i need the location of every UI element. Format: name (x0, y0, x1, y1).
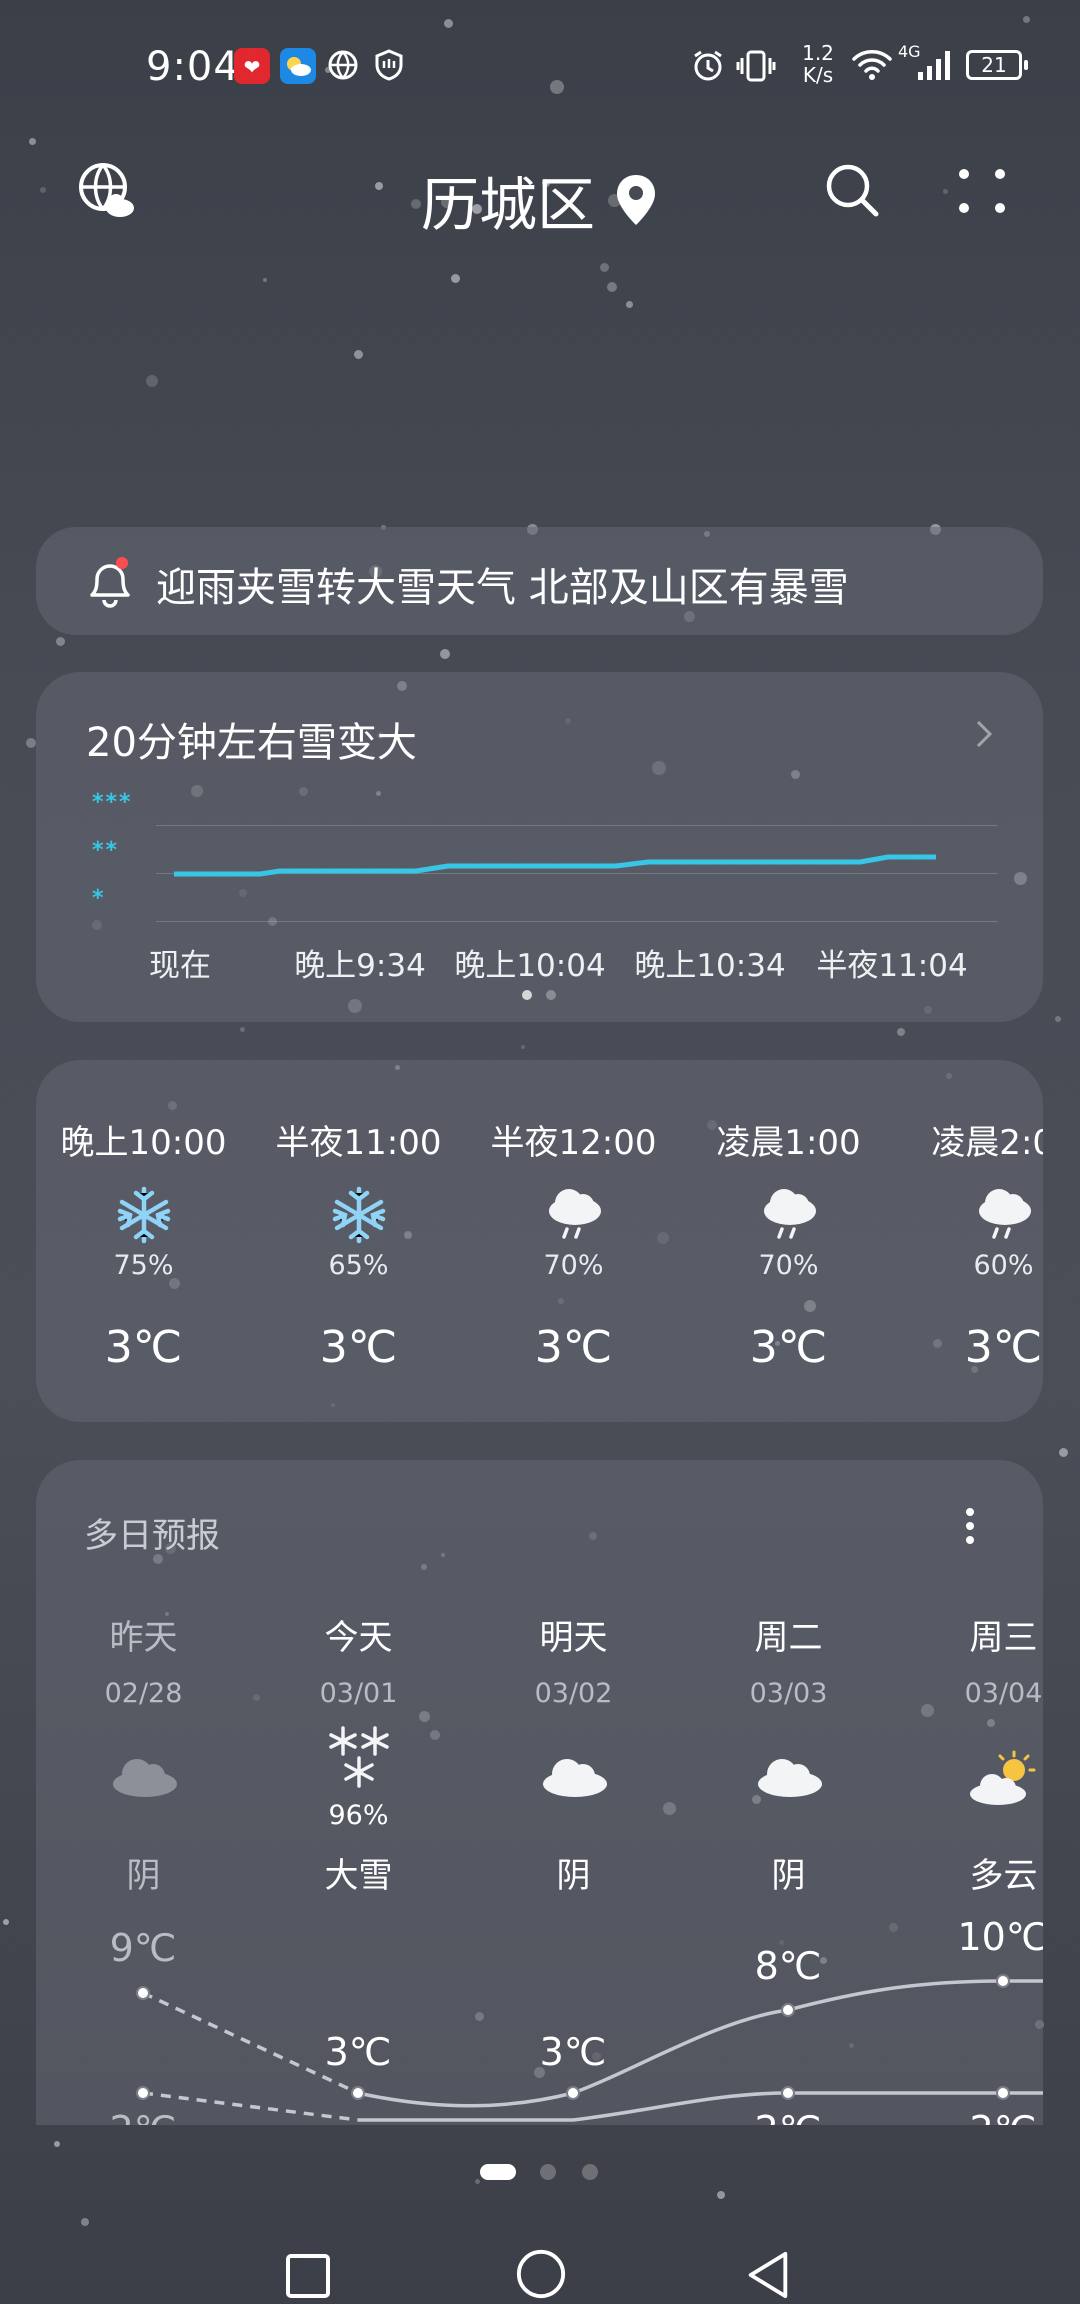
alert-text: 迎雨夹雪转大雪天气 北部及山区有暴雪 (156, 565, 849, 611)
snowflake-particle (600, 263, 609, 272)
hour-time: 凌晨1:00 (716, 1123, 861, 1163)
city-name: 历城区 (420, 171, 595, 239)
high-temp-label: 10℃ (957, 1915, 1043, 1959)
hour-temp: 3℃ (534, 1322, 613, 1373)
vibrate-icon (736, 48, 776, 88)
page-dot-active (522, 990, 532, 1000)
daily-forecast-card[interactable]: 多日预报 昨天 02/28 阴 今天 03/01 96% 大雪 明天 03/02… (36, 1460, 1043, 2125)
minute-precip-card[interactable]: 20分钟左右雪变大 *** ** * 现在 晚上9:34 晚上10:04 晚上1… (36, 672, 1043, 1022)
hour-temp: 3℃ (749, 1322, 828, 1373)
wifi-icon (850, 46, 894, 86)
hour-precip-pct: 65% (328, 1250, 389, 1281)
snowflake-particle (56, 637, 65, 646)
search-icon[interactable] (824, 162, 882, 224)
hour-time: 半夜12:00 (490, 1123, 657, 1163)
recents-button[interactable] (284, 2252, 332, 2304)
snowflake-particle (26, 738, 36, 748)
sleet-icon (758, 1185, 820, 1247)
hour-time: 半夜11:00 (275, 1123, 442, 1163)
page-indicator[interactable] (582, 2164, 598, 2180)
snowflake-icon (329, 1185, 389, 1249)
precip-time-label: 现在 (149, 948, 211, 984)
sleet-icon (973, 1185, 1035, 1247)
home-button[interactable] (514, 2248, 568, 2304)
alert-bell-icon (84, 553, 136, 613)
snowflake-particle (354, 350, 363, 359)
snowflake-particle (440, 649, 450, 659)
hourly-forecast-card[interactable]: 晚上10:00 75% 3℃ 半夜11:00 65% 3℃ 半夜12:00 70… (36, 1060, 1043, 1422)
weather-alert-banner[interactable]: 迎雨夹雪转大雪天气 北部及山区有暴雪 (36, 527, 1043, 635)
hour-precip-pct: 60% (973, 1250, 1034, 1281)
snowflake-particle (263, 278, 267, 282)
hour-precip-pct: 70% (758, 1250, 819, 1281)
snowflake-particle (451, 274, 460, 283)
snowflake-particle (550, 80, 564, 94)
hour-temp: 3℃ (964, 1322, 1043, 1373)
network-speed-unit: K/s (802, 63, 834, 87)
weather-app-icon (280, 48, 316, 84)
svg-text:❤: ❤ (244, 55, 261, 79)
hour-time: 凌晨2:00 (931, 1123, 1043, 1163)
hour-temp: 3℃ (104, 1322, 183, 1373)
snowflake-particle (81, 2218, 89, 2226)
precip-trend-line (174, 854, 936, 877)
browser-icon (326, 48, 360, 86)
precip-time-label: 晚上10:04 (454, 948, 606, 984)
city-title[interactable]: 历城区 (0, 158, 1080, 242)
back-button[interactable] (744, 2250, 792, 2304)
location-pin-icon (617, 175, 655, 225)
high-temp-label: 3℃ (324, 2030, 392, 2074)
precip-time-label: 半夜11:04 (816, 948, 968, 984)
snowflake-particle (444, 19, 453, 28)
snowflake-particle (607, 282, 617, 292)
hour-precip-pct: 75% (113, 1250, 174, 1281)
snowflake-particle (475, 2179, 480, 2184)
precip-time-label: 晚上10:34 (634, 948, 786, 984)
page-indicator-active[interactable] (480, 2164, 516, 2180)
snowflake-particle (1055, 1016, 1061, 1022)
app-notification-icon: ❤ (234, 48, 270, 84)
snowflake-particle (146, 375, 158, 387)
signal-icon (916, 48, 956, 86)
page-indicator[interactable] (540, 2164, 556, 2180)
snowflake-particle (1059, 1448, 1068, 1457)
more-icon[interactable] (956, 166, 1012, 222)
snowflake-particle (3, 1919, 9, 1925)
low-temp-label: 2℃ (970, 2108, 1037, 2125)
network-speed-value: 1.2 (802, 41, 834, 65)
low-temp-label: 2℃ (110, 2108, 177, 2125)
precip-time-label: 晚上9:34 (294, 948, 426, 984)
snowflake-particle (521, 1045, 525, 1049)
battery-indicator: 21 (966, 50, 1028, 80)
temperature-curves (136, 1974, 1043, 2122)
snowflake-particle (54, 2141, 60, 2147)
sleet-icon (543, 1185, 605, 1247)
snowflake-particle (1023, 16, 1030, 23)
alarm-icon (690, 48, 726, 88)
hour-precip-pct: 70% (543, 1250, 604, 1281)
page-dot (546, 990, 556, 1000)
high-temp-label: 9℃ (109, 1926, 177, 1970)
low-temp-label: 2℃ (755, 2108, 822, 2125)
high-temp-label: 3℃ (539, 2030, 607, 2074)
hour-time: 晚上10:00 (60, 1123, 227, 1163)
snowflake-particle (717, 2191, 725, 2199)
snowflake-particle (29, 138, 36, 145)
high-temp-label: 8℃ (754, 1944, 822, 1988)
snowflake-icon (114, 1185, 174, 1249)
network-speed: 1.2 K/s (796, 42, 840, 86)
snowflake-particle (897, 1028, 905, 1036)
shield-app-icon (372, 48, 406, 86)
snowflake-particle (626, 301, 633, 308)
snowflake-particle (240, 1027, 245, 1032)
hour-temp: 3℃ (319, 1322, 398, 1373)
status-time: 9:04 (146, 44, 240, 90)
